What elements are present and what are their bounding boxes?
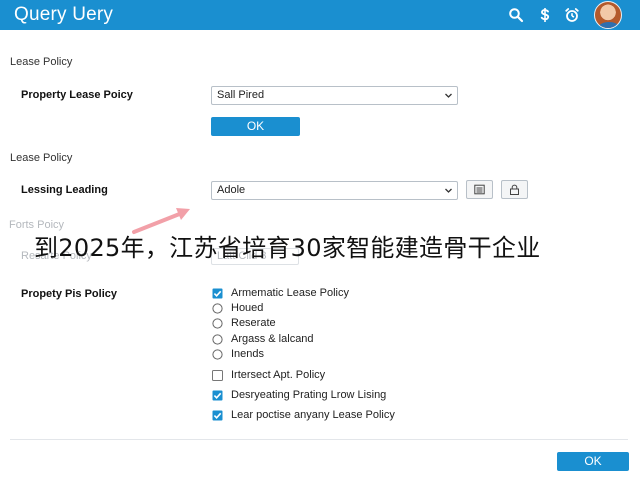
option-label: Houed	[231, 302, 264, 314]
avatar[interactable]	[594, 1, 622, 29]
alarm-icon[interactable]	[564, 7, 580, 23]
dollar-icon[interactable]	[537, 7, 553, 23]
footer-ok-button[interactable]: OK	[557, 452, 629, 471]
radio-icon[interactable]	[212, 334, 223, 345]
chevron-down-icon	[445, 92, 452, 99]
checkbox-checked-icon[interactable]	[212, 390, 223, 401]
lock-icon	[510, 184, 519, 195]
section-title-lease-policy-2: Lease Policy	[10, 152, 73, 164]
leasing-value: Adole	[217, 184, 246, 196]
option-label: Desryeating Prating Lrow Lising	[231, 389, 387, 401]
property-lease-value: Sall Pired	[217, 89, 265, 101]
policy-group-label: Propety Pis Policy	[21, 288, 117, 300]
list-button[interactable]	[466, 180, 493, 199]
checkbox-checked-icon[interactable]	[212, 410, 223, 421]
option-label: Lear poctise anyany Lease Policy	[231, 409, 395, 421]
section-title-lease-policy: Lease Policy	[10, 56, 73, 68]
app-title: Query Uery	[14, 4, 114, 25]
footer-divider	[10, 439, 628, 440]
radio-icon[interactable]	[212, 318, 223, 329]
radio-icon[interactable]	[212, 303, 223, 314]
search-icon[interactable]	[508, 7, 524, 23]
option-label: Armematic Lease Policy	[231, 287, 349, 299]
option-label: Irtersect Apt. Policy	[231, 369, 326, 381]
option-label: Argass & lalcand	[231, 333, 314, 345]
overlay-caption: 到2025年，江苏省培育30家智能建造骨干企业	[34, 234, 541, 262]
leasing-select[interactable]: Adole	[211, 181, 458, 200]
property-lease-select[interactable]: Sall Pired	[211, 86, 458, 105]
leasing-label: Lessing Leading	[21, 184, 108, 196]
chevron-down-icon	[445, 187, 452, 194]
property-lease-label: Property Lease Poicy	[21, 89, 133, 101]
title-bar: Query Uery	[0, 0, 640, 30]
checkbox-checked-icon[interactable]	[212, 288, 223, 299]
option-label: Reserate	[231, 317, 276, 329]
lock-button[interactable]	[501, 180, 528, 199]
list-icon	[474, 184, 485, 195]
radio-icon[interactable]	[212, 349, 223, 360]
checkbox-unchecked-icon[interactable]	[212, 370, 223, 381]
property-lease-ok-button[interactable]: OK	[211, 117, 300, 136]
option-label: Inends	[231, 348, 265, 360]
